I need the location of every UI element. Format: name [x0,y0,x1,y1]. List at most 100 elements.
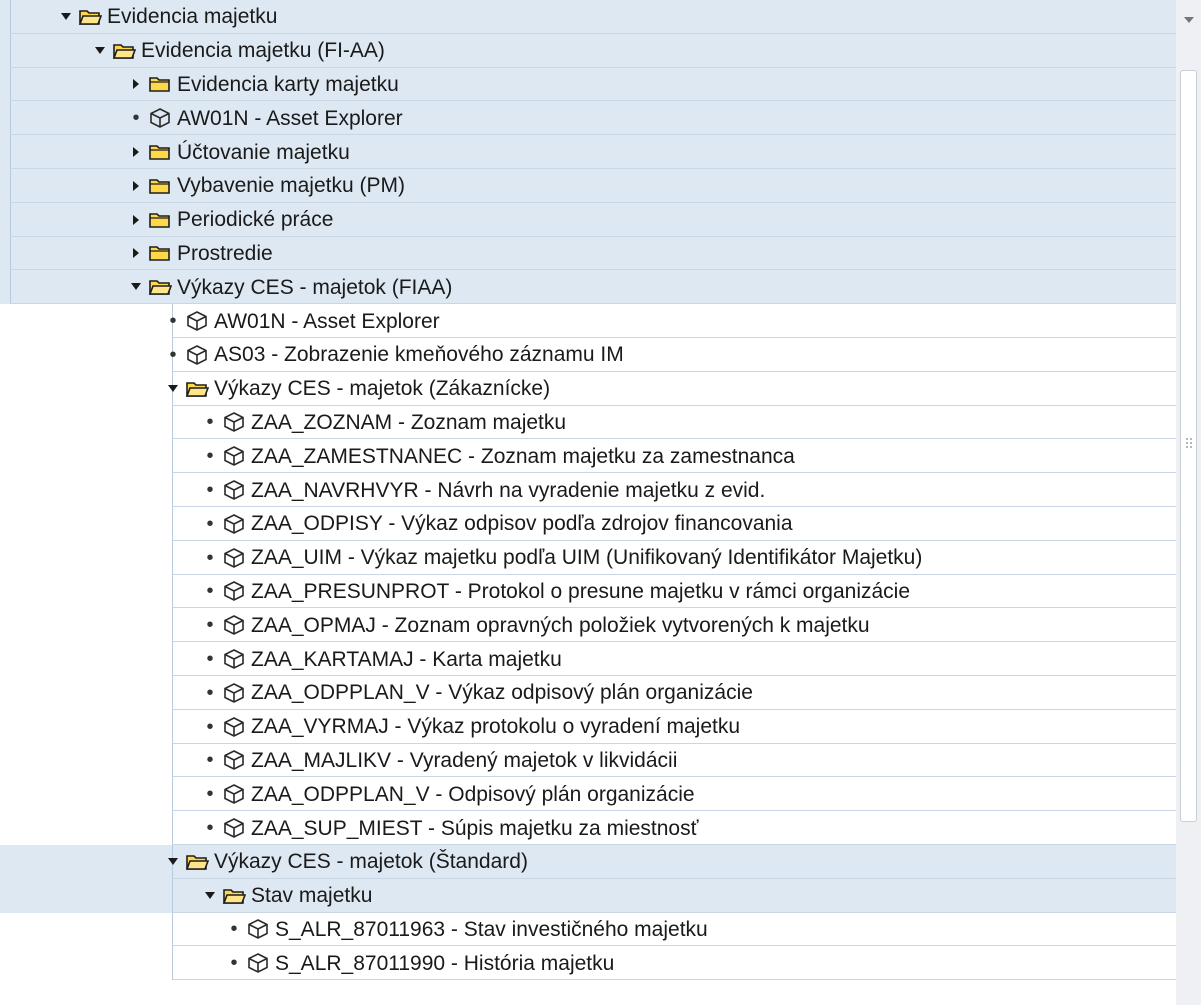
tree-node[interactable]: Evidencia majetku (FI-AA) [92,34,385,68]
tree-folder-row[interactable]: Evidencia majetku [0,0,1176,34]
tree-node-label[interactable]: ZAA_ODPPLAN_V - Výkaz odpisový plán orga… [251,682,753,703]
tree-folder-row[interactable]: Prostredie [0,236,1176,271]
tree-transaction-row[interactable]: • ZAA_ODPPLAN_V - Výkaz odpisový plán org… [0,675,1176,710]
tree-node[interactable]: • ZAA_ODPISY - Výkaz odpisov podľa zdrojo… [202,507,793,541]
tree-folder-row[interactable]: Výkazy CES - majetok (Štandard) [0,844,1176,879]
triangle-right-icon[interactable] [128,245,144,261]
triangle-down-icon[interactable] [202,888,218,904]
tree-folder-row[interactable]: Evidencia majetku (FI-AA) [0,33,1176,68]
tree-node-label[interactable]: ZAA_OPMAJ - Zoznam opravných položiek vy… [251,615,870,636]
tree-folder-row[interactable]: Vybavenie majetku (PM) [0,168,1176,203]
tree-node-label[interactable]: ZAA_MAJLIKV - Vyradený majetok v likvidá… [251,750,677,771]
tree-node-label[interactable]: Evidencia majetku [107,6,277,27]
tree-folder-row[interactable]: Výkazy CES - majetok (Zákaznícke) [0,371,1176,406]
scroll-thumb[interactable] [1180,70,1197,822]
tree-node[interactable]: Vybavenie majetku (PM) [128,169,405,203]
triangle-down-icon[interactable] [128,279,144,295]
tree-node[interactable]: • ZAA_KARTAMAJ - Karta majetku [202,642,562,676]
tree-node[interactable]: Výkazy CES - majetok (Štandard) [165,845,528,879]
tree-transaction-row[interactable]: • ZAA_ZOZNAM - Zoznam majetku [0,405,1176,440]
triangle-right-icon[interactable] [128,212,144,228]
tree-node[interactable]: • ZAA_ZOZNAM - Zoznam majetku [202,406,566,440]
tree-node-label[interactable]: ZAA_NAVRHVYR - Návrh na vyradenie majetk… [251,480,765,501]
tree-transaction-row[interactable]: • ZAA_MAJLIKV - Vyradený majetok v likvid… [0,743,1176,778]
tree-transaction-row[interactable]: • AS03 - Zobrazenie kmeňového záznamu IM [0,337,1176,372]
tree-node[interactable]: • ZAA_ZAMESTNANEC - Zoznam majetku za zam… [202,439,795,473]
vertical-scrollbar[interactable] [1176,0,1201,1005]
tree-node[interactable]: Stav majetku [202,879,372,913]
tree-node[interactable]: Výkazy CES - majetok (Zákaznícke) [165,372,550,406]
tree-node-label[interactable]: ZAA_SUP_MIEST - Súpis majetku za miestno… [251,818,698,839]
tree-node-label[interactable]: Prostredie [177,243,273,264]
tree-transaction-row[interactable]: • S_ALR_87011963 - Stav investičného maje… [0,912,1176,947]
tree-transaction-row[interactable]: • ZAA_ODPPLAN_V - Odpisový plán organizác… [0,777,1176,812]
tree-node[interactable]: Periodické práce [128,203,333,237]
tree-node-label[interactable]: Evidencia majetku (FI-AA) [141,40,385,61]
tree-node-label[interactable]: Výkazy CES - majetok (Štandard) [214,851,528,872]
triangle-right-icon[interactable] [128,144,144,160]
tree-folder-row[interactable]: Periodické práce [0,202,1176,237]
tree-node[interactable]: • AW01N - Asset Explorer [128,101,403,135]
tree-node-label[interactable]: ZAA_PRESUNPROT - Protokol o presune maje… [251,581,910,602]
tree-folder-row[interactable]: Evidencia karty majetku [0,67,1176,102]
tree-node[interactable]: • ZAA_ODPPLAN_V - Výkaz odpisový plán org… [202,676,753,710]
tree-node[interactable]: • ZAA_ODPPLAN_V - Odpisový plán organizác… [202,777,695,811]
tree-transaction-row[interactable]: • ZAA_ODPISY - Výkaz odpisov podľa zdrojo… [0,506,1176,541]
tree-node-label[interactable]: Vybavenie majetku (PM) [177,175,405,196]
triangle-right-icon[interactable] [128,76,144,92]
triangle-down-icon[interactable] [58,9,74,25]
tree-transaction-row[interactable]: • S_ALR_87011990 - História majetku [0,946,1176,981]
tree-node-label[interactable]: ZAA_UIM - Výkaz majetku podľa UIM (Unifi… [251,547,922,568]
tree-node[interactable]: • ZAA_SUP_MIEST - Súpis majetku za miestn… [202,811,698,845]
tree-node-label[interactable]: ZAA_ZOZNAM - Zoznam majetku [251,412,566,433]
tree-node-label[interactable]: Periodické práce [177,209,333,230]
tree-node-label[interactable]: Výkazy CES - majetok (Zákaznícke) [214,378,550,399]
tree-transaction-row[interactable]: • ZAA_UIM - Výkaz majetku podľa UIM (Unif… [0,540,1176,575]
tree-node[interactable]: Účtovanie majetku [128,135,350,169]
tree-node[interactable]: • ZAA_PRESUNPROT - Protokol o presune maj… [202,575,910,609]
tree-folder-row[interactable]: Účtovanie majetku [0,135,1176,169]
tree-node-label[interactable]: ZAA_ZAMESTNANEC - Zoznam majetku za zame… [251,446,795,467]
tree-node-label[interactable]: ZAA_VYRMAJ - Výkaz protokolu o vyradení … [251,716,740,737]
tree-node[interactable]: Evidencia karty majetku [128,68,399,102]
tree-node[interactable]: • AS03 - Zobrazenie kmeňového záznamu IM [165,338,624,372]
triangle-down-icon[interactable] [92,43,108,59]
tree-transaction-row[interactable]: • ZAA_VYRMAJ - Výkaz protokolu o vyradení… [0,709,1176,744]
tree-transaction-row[interactable]: • ZAA_ZAMESTNANEC - Zoznam majetku za zam… [0,439,1176,474]
tree-node-label[interactable]: Stav majetku [251,885,372,906]
tree-node-label[interactable]: S_ALR_87011990 - História majetku [275,953,614,974]
tree-node-label[interactable]: ZAA_ODPISY - Výkaz odpisov podľa zdrojov… [251,513,793,534]
tree-node-label[interactable]: AW01N - Asset Explorer [214,311,440,332]
tree-transaction-row[interactable]: • ZAA_SUP_MIEST - Súpis majetku za miestn… [0,811,1176,845]
scroll-up-button[interactable] [1176,0,1201,40]
tree-node[interactable]: Výkazy CES - majetok (FIAA) [128,270,452,304]
tree-node[interactable]: • AW01N - Asset Explorer [165,304,440,338]
tree-node-label[interactable]: AW01N - Asset Explorer [177,108,403,129]
tree-node[interactable]: • S_ALR_87011963 - Stav investičného maje… [226,913,708,947]
tree-node[interactable]: Prostredie [128,237,273,271]
tree-node-label[interactable]: Evidencia karty majetku [177,74,399,95]
tree-node-label[interactable]: AS03 - Zobrazenie kmeňového záznamu IM [214,344,624,365]
tree-node[interactable]: • ZAA_UIM - Výkaz majetku podľa UIM (Unif… [202,541,922,575]
tree-node[interactable]: • ZAA_VYRMAJ - Výkaz protokolu o vyradení… [202,710,740,744]
tree-transaction-row[interactable]: • AW01N - Asset Explorer [0,101,1176,136]
tree-node-label[interactable]: ZAA_KARTAMAJ - Karta majetku [251,649,562,670]
tree-node[interactable]: Evidencia majetku [58,0,277,34]
tree-transaction-row[interactable]: • AW01N - Asset Explorer [0,304,1176,338]
tree-transaction-row[interactable]: • ZAA_PRESUNPROT - Protokol o presune maj… [0,574,1176,609]
tree-node-label[interactable]: ZAA_ODPPLAN_V - Odpisový plán organizáci… [251,784,695,805]
tree-node-label[interactable]: Výkazy CES - majetok (FIAA) [177,277,452,298]
tree-node[interactable]: • ZAA_MAJLIKV - Vyradený majetok v likvid… [202,744,677,778]
triangle-right-icon[interactable] [128,178,144,194]
tree-node-label[interactable]: Účtovanie majetku [177,142,350,163]
triangle-down-icon[interactable] [165,854,181,870]
tree-folder-row[interactable]: Výkazy CES - majetok (FIAA) [0,270,1176,305]
tree-transaction-row[interactable]: • ZAA_NAVRHVYR - Návrh na vyradenie majet… [0,473,1176,507]
tree-transaction-row[interactable]: • ZAA_OPMAJ - Zoznam opravných položiek v… [0,608,1176,643]
tree-node[interactable]: • ZAA_OPMAJ - Zoznam opravných položiek v… [202,608,870,642]
tree-folder-row[interactable]: Stav majetku [0,878,1176,913]
triangle-down-icon[interactable] [165,381,181,397]
tree-node[interactable]: • S_ALR_87011990 - História majetku [226,946,614,980]
tree-node-label[interactable]: S_ALR_87011963 - Stav investičného majet… [275,919,708,940]
tree-node[interactable]: • ZAA_NAVRHVYR - Návrh na vyradenie majet… [202,473,765,507]
